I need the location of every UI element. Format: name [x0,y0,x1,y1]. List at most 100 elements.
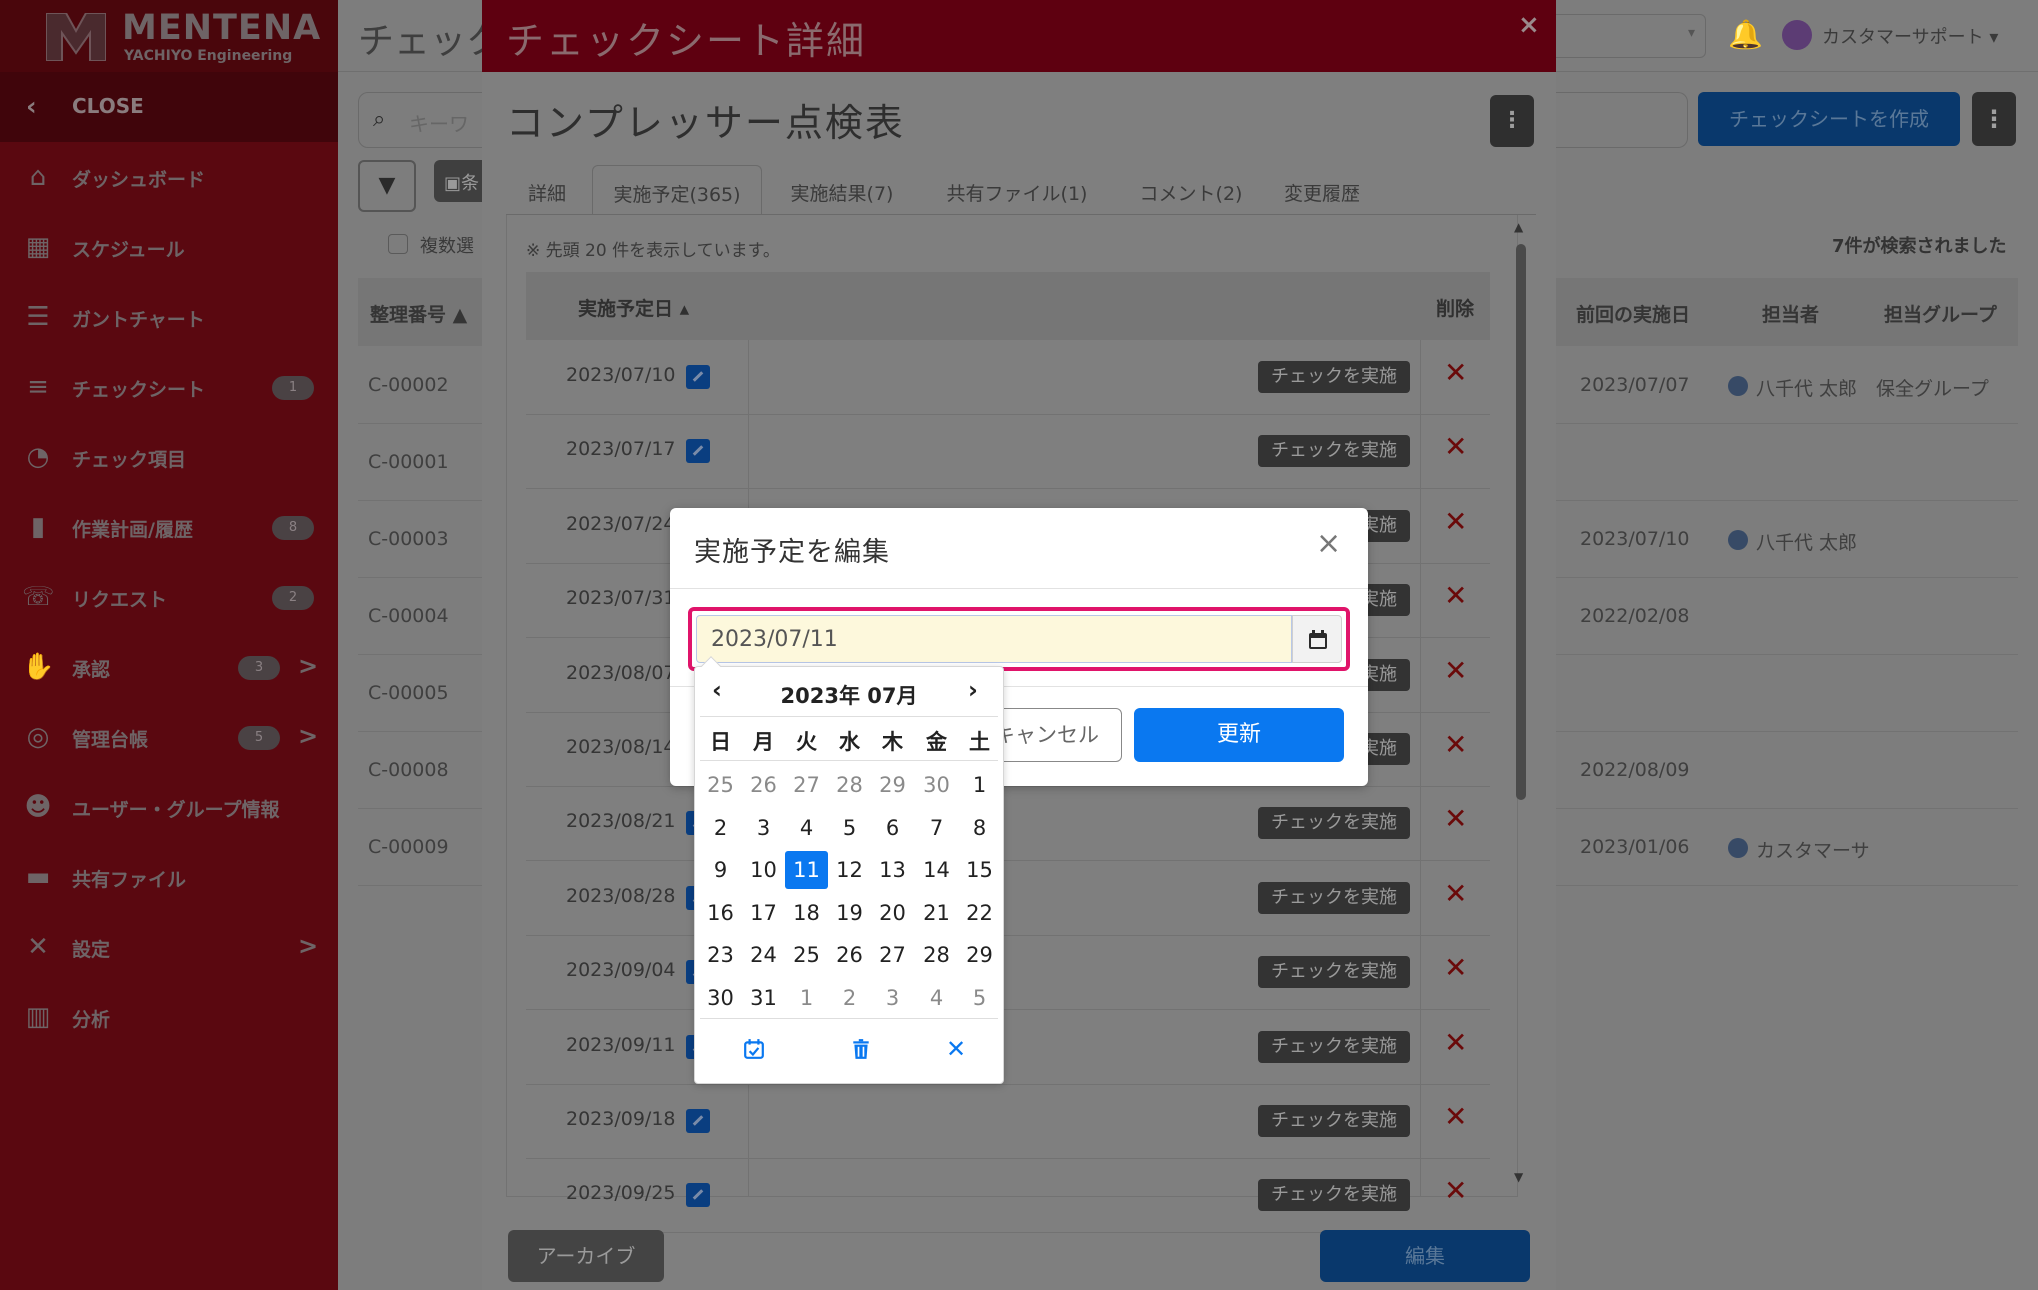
modal-close-icon[interactable]: × [1518,10,1540,40]
calendar-day[interactable]: 20 [871,894,914,932]
chevron-left-icon[interactable]: ‹ [712,676,722,704]
calendar-day[interactable]: 14 [915,851,958,889]
delete-icon[interactable]: ✕ [1444,1100,1467,1133]
calendar-day[interactable]: 3 [742,809,785,847]
user-menu[interactable]: カスタマーサポート ▾ [1822,23,1998,49]
delete-icon[interactable]: ✕ [1444,430,1467,463]
calendar-day[interactable]: 2 [699,809,742,847]
th-assignee[interactable]: 担当者 [1762,300,1819,327]
calendar-day[interactable]: 3 [871,979,914,1017]
filter-button[interactable]: ▼ [358,160,416,212]
bell-icon[interactable]: 🔔 [1728,18,1763,51]
delete-icon[interactable]: ✕ [1444,579,1467,612]
calendar-day[interactable]: 5 [958,979,1001,1017]
calendar-day[interactable]: 13 [871,851,914,889]
sidebar-item-0[interactable]: ⌂ ダッシュボード [0,142,338,212]
calendar-day[interactable]: 15 [958,851,1001,889]
delete-icon[interactable]: ✕ [1444,1174,1467,1207]
calendar-day[interactable]: 25 [699,766,742,804]
sidebar-item-4[interactable]: ◔ チェック項目 [0,422,338,492]
tab-4[interactable]: コメント(2) [1114,165,1268,215]
delete-icon[interactable]: ✕ [1444,728,1467,761]
calendar-day[interactable]: 28 [828,766,871,804]
th-group[interactable]: 担当グループ [1884,300,1997,327]
edit-pencil-icon[interactable] [686,439,710,463]
calendar-day[interactable]: 27 [871,936,914,974]
trash-icon[interactable] [846,1034,876,1064]
do-check-button[interactable]: チェックを実施 [1258,882,1410,914]
th-last-date[interactable]: 前回の実施日 [1576,300,1690,327]
multi-select-checkbox[interactable] [388,234,408,254]
calendar-day[interactable]: 23 [699,936,742,974]
sidebar-item-7[interactable]: ✋ 承認 3 > [0,632,338,702]
logo[interactable]: MENTENA YACHIYO Engineering [0,0,338,72]
calendar-day[interactable]: 26 [742,766,785,804]
sidebar-item-10[interactable]: ▬ 共有ファイル [0,842,338,912]
selected-day[interactable]: 11 [785,851,828,889]
do-check-button[interactable]: チェックを実施 [1258,1179,1410,1211]
calendar-day[interactable]: 12 [828,851,871,889]
calendar-day[interactable]: 4 [915,979,958,1017]
calendar-day[interactable]: 17 [742,894,785,932]
calendar-day[interactable]: 29 [958,936,1001,974]
delete-icon[interactable]: ✕ [1444,654,1467,687]
calendar-day[interactable]: 1 [785,979,828,1017]
create-checksheet-button[interactable]: チェックシートを作成 [1698,92,1960,146]
scroll-down-icon[interactable]: ▼ [1514,1170,1523,1184]
do-check-button[interactable]: チェックを実施 [1258,435,1410,467]
tab-5[interactable]: 変更履歴 [1272,165,1372,215]
sidebar-item-11[interactable]: ✕ 設定 > [0,912,338,982]
calendar-day[interactable]: 21 [915,894,958,932]
edit-pencil-icon[interactable] [686,1109,710,1133]
edit-pencil-icon[interactable] [686,365,710,389]
edit-button[interactable]: 編集 [1320,1230,1530,1282]
calendar-day[interactable]: 1 [958,766,1001,804]
sidebar-item-12[interactable]: ▥ 分析 [0,982,338,1052]
edit-pencil-icon[interactable] [686,1183,710,1207]
calendar-day[interactable]: 16 [699,894,742,932]
page-menu-button[interactable]: ⋮ [1972,92,2016,146]
calendar-day[interactable]: 30 [699,979,742,1017]
do-check-button[interactable]: チェックを実施 [1258,361,1410,393]
header-select[interactable]: ▾ [1536,14,1706,58]
tab-3[interactable]: 共有ファイル(1) [924,165,1110,215]
calendar-day[interactable]: 7 [915,809,958,847]
calendar-day[interactable]: 22 [958,894,1001,932]
sidebar-item-8[interactable]: ◎ 管理台帳 5 > [0,702,338,772]
tab-1[interactable]: 実施予定(365) [592,165,762,215]
do-check-button[interactable]: チェックを実施 [1258,1031,1410,1063]
user-avatar[interactable] [1782,20,1812,50]
calendar-day[interactable]: 28 [915,936,958,974]
calendar-day[interactable]: 2 [828,979,871,1017]
delete-icon[interactable]: ✕ [1444,356,1467,389]
calendar-day[interactable]: 24 [742,936,785,974]
calendar-day[interactable]: 10 [742,851,785,889]
calendar-day[interactable]: 31 [742,979,785,1017]
archive-button[interactable]: アーカイブ [508,1230,664,1282]
sidebar-item-6[interactable]: ☏ リクエスト 2 [0,562,338,632]
do-check-button[interactable]: チェックを実施 [1258,807,1410,839]
calendar-day[interactable]: 25 [785,936,828,974]
datepicker-title[interactable]: 2023年 07月 [704,680,994,710]
calendar-day[interactable]: 18 [785,894,828,932]
today-icon[interactable] [739,1034,769,1064]
calendar-day[interactable]: 30 [915,766,958,804]
calendar-day[interactable]: 29 [871,766,914,804]
scroll-up-icon[interactable]: ▲ [1514,220,1523,234]
save-condition-button[interactable]: ▣条 [434,160,484,202]
calendar-day[interactable]: 19 [828,894,871,932]
dialog-close-icon[interactable]: × [1316,526,1341,561]
calendar-day[interactable]: 6 [871,809,914,847]
do-check-button[interactable]: チェックを実施 [1258,1105,1410,1137]
cancel-button[interactable]: キャンセル [990,708,1122,762]
sidebar-close-button[interactable]: ‹ CLOSE [0,72,338,142]
calendar-day[interactable]: 8 [958,809,1001,847]
th-id[interactable]: 整理番号 ▲ [370,300,467,327]
tab-0[interactable]: 詳細 [512,165,582,215]
calendar-day[interactable]: 26 [828,936,871,974]
sidebar-item-3[interactable]: ≡ チェックシート 1 [0,352,338,422]
delete-icon[interactable]: ✕ [1444,505,1467,538]
calendar-day[interactable]: 5 [828,809,871,847]
close-icon[interactable]: ✕ [941,1034,971,1064]
th-schedule-date[interactable]: 実施予定日 ▴ [578,294,689,321]
